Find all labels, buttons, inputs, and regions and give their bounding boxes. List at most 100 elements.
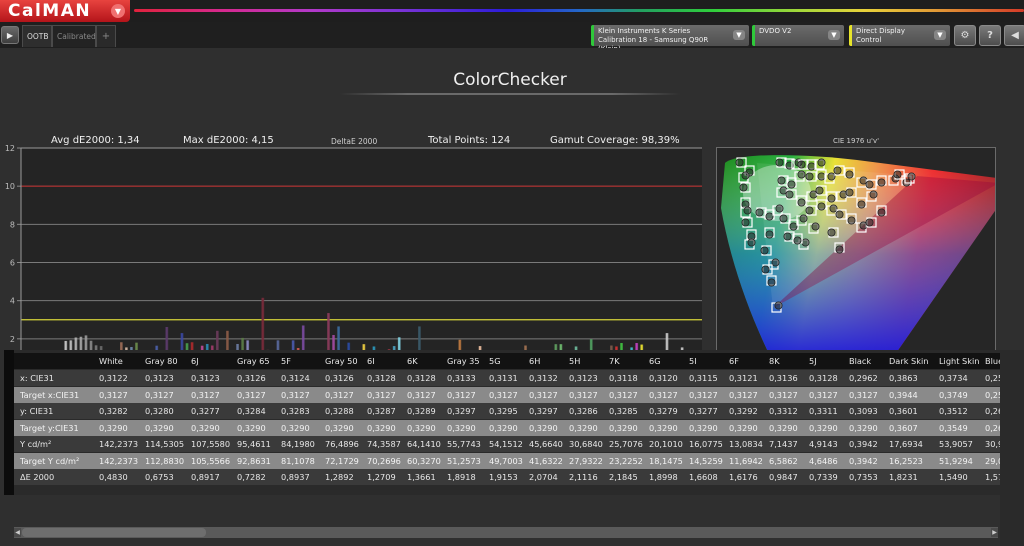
tab-row: ▶ OOTB Calibrated + Klein Instruments K … bbox=[0, 22, 1024, 53]
source-dropdown[interactable]: DVDO V2 ▼ bbox=[752, 25, 844, 46]
column-header[interactable]: Black bbox=[847, 356, 887, 366]
table-cell: 45,6640 bbox=[529, 439, 563, 449]
table-row[interactable]: x: CIE31 0,3122 0,3123 0,3123 0,3126 0,3124 0,… bbox=[14, 370, 1000, 386]
table-cell: 0,3549 bbox=[939, 422, 968, 433]
column-header[interactable]: Blue Sky bbox=[983, 356, 1000, 366]
column-header[interactable]: Gray 65 bbox=[235, 356, 279, 366]
column-header[interactable]: 6H bbox=[527, 356, 567, 366]
table-cell: 13,0834 bbox=[729, 439, 763, 449]
table-cell: 17,6934 bbox=[889, 439, 923, 449]
table-cell: 29,0362 bbox=[985, 455, 1000, 466]
column-header[interactable]: 6I bbox=[365, 356, 405, 366]
table-cell: 0,3122 bbox=[99, 373, 128, 383]
arrow-right-icon[interactable]: ▶ bbox=[991, 528, 998, 537]
table-cell: 49,7003 bbox=[489, 455, 523, 466]
arrow-left-icon[interactable]: ◀ bbox=[14, 528, 21, 537]
table-cell: 2,1845 bbox=[609, 472, 638, 482]
table-cell: 0,3127 bbox=[529, 389, 558, 400]
column-header[interactable]: 6G bbox=[647, 356, 687, 366]
tab-calibrated[interactable]: Calibrated bbox=[52, 25, 96, 47]
table-cell: 0,3127 bbox=[609, 389, 638, 400]
scrollbar-thumb[interactable] bbox=[22, 528, 206, 537]
table-cell: 1,8998 bbox=[649, 472, 678, 482]
table-cell: 0,3284 bbox=[237, 406, 266, 416]
table-cell: 142,2373 bbox=[99, 455, 139, 466]
measured-point bbox=[865, 180, 874, 189]
table-cell: 0,3123 bbox=[569, 373, 598, 383]
column-header[interactable]: 8K bbox=[767, 356, 807, 366]
table-cell: 0,3290 bbox=[237, 422, 266, 433]
table-cell: 54,1512 bbox=[489, 439, 523, 449]
row-label: ΔE 2000 bbox=[20, 472, 55, 482]
table-cell: 0,3290 bbox=[407, 422, 436, 433]
table-row[interactable]: Target x:CIE31 0,3127 0,3127 0,3127 0,3127 0,… bbox=[14, 386, 1000, 403]
table-cell: 1,6176 bbox=[729, 472, 758, 482]
measured-point bbox=[739, 183, 748, 192]
table-cell: 0,3287 bbox=[367, 406, 396, 416]
table-cell: 0,3290 bbox=[99, 422, 128, 433]
column-header[interactable]: 7K bbox=[607, 356, 647, 366]
y-tick-label: 4 bbox=[10, 297, 15, 306]
play-icon[interactable]: ▶ bbox=[1, 26, 19, 44]
measured-point bbox=[797, 198, 806, 207]
settings-button[interactable]: ⚙ bbox=[954, 25, 976, 46]
measured-point bbox=[805, 206, 814, 215]
table-cell: 114,5305 bbox=[145, 439, 185, 449]
table-cell: 1,3661 bbox=[407, 472, 436, 482]
cie-chart-title: CIE 1976 u'v' bbox=[832, 137, 880, 145]
column-header[interactable]: Gray 35 bbox=[445, 356, 487, 366]
measured-point bbox=[755, 208, 764, 217]
table-cell: 84,1980 bbox=[281, 439, 315, 449]
table-cell: 95,4611 bbox=[237, 439, 271, 449]
column-header[interactable]: Dark Skin bbox=[887, 356, 937, 366]
table-cell: 0,3120 bbox=[649, 373, 678, 383]
column-header[interactable]: Light Skin bbox=[937, 356, 983, 366]
column-header[interactable]: 6F bbox=[727, 356, 767, 366]
gear-icon: ⚙ bbox=[960, 30, 970, 41]
table-cell: 4,6486 bbox=[809, 455, 838, 466]
table-cell: 0,3128 bbox=[367, 373, 396, 383]
table-row[interactable]: Target y:CIE31 0,3290 0,3290 0,3290 0,3290 0,… bbox=[14, 419, 1000, 436]
column-header[interactable]: 5I bbox=[687, 356, 727, 366]
y-tick-label: 2 bbox=[10, 335, 15, 344]
table-cell: 1,9153 bbox=[489, 472, 518, 482]
column-header[interactable]: White bbox=[97, 356, 143, 366]
table-row[interactable]: Y cd/m² 142,2373 114,5305 107,5580 95,4611 84… bbox=[14, 436, 1000, 452]
chevron-down-icon[interactable]: ▼ bbox=[111, 4, 125, 18]
table-row[interactable]: ΔE 2000 0,4830 0,6753 0,8917 0,7282 0,8937 1,2… bbox=[14, 469, 1000, 485]
add-tab-button[interactable]: + bbox=[96, 25, 116, 47]
measured-point bbox=[761, 265, 770, 274]
table-row[interactable]: Target Y cd/m² 142,2373 112,8830 105,5566 92… bbox=[14, 452, 1000, 469]
column-header[interactable]: Gray 50 bbox=[323, 356, 365, 366]
table-cell: 1,5490 bbox=[939, 472, 968, 482]
measured-point bbox=[765, 230, 774, 239]
table-cell: 0,3282 bbox=[99, 406, 128, 416]
table-cell: 107,5580 bbox=[191, 439, 231, 449]
row-label: y: CIE31 bbox=[20, 406, 54, 416]
column-header[interactable]: 6J bbox=[189, 356, 235, 366]
table-cell: 0,8937 bbox=[281, 472, 310, 482]
back-button[interactable]: ◀ bbox=[1004, 25, 1024, 46]
column-header[interactable]: 5F bbox=[279, 356, 323, 366]
help-button[interactable]: ? bbox=[979, 25, 1001, 46]
table-cell: 20,1010 bbox=[649, 439, 683, 449]
display-control-dropdown[interactable]: Direct Display Control ▼ bbox=[849, 25, 950, 46]
column-header[interactable]: 5G bbox=[487, 356, 527, 366]
table-cell: 0,3128 bbox=[809, 373, 838, 383]
table-cell: 0,3118 bbox=[609, 373, 638, 383]
calman-logo-button[interactable]: CalMAN ▼ bbox=[0, 0, 130, 22]
tab-ootb[interactable]: OOTB bbox=[22, 25, 52, 47]
column-header[interactable]: Gray 80 bbox=[143, 356, 189, 366]
table-cell: 0,3126 bbox=[325, 373, 354, 383]
column-header[interactable]: 5H bbox=[567, 356, 607, 366]
column-header[interactable]: 6K bbox=[405, 356, 445, 366]
table-cell: 142,2373 bbox=[99, 439, 139, 449]
table-row[interactable]: y: CIE31 0,3282 0,3280 0,3277 0,3284 0,3283 0,… bbox=[14, 403, 1000, 419]
table-cell: 0,3290 bbox=[569, 422, 598, 433]
table-horizontal-scrollbar[interactable]: ◀ ▶ bbox=[14, 527, 998, 538]
delta-e-bar-chart-svg: 024681012 bbox=[5, 144, 702, 382]
meter-dropdown[interactable]: Klein Instruments K Series Calibration 1… bbox=[591, 25, 749, 53]
table-cell: 4,9143 bbox=[809, 439, 838, 449]
measured-point bbox=[775, 204, 784, 213]
column-header[interactable]: 5J bbox=[807, 356, 847, 366]
